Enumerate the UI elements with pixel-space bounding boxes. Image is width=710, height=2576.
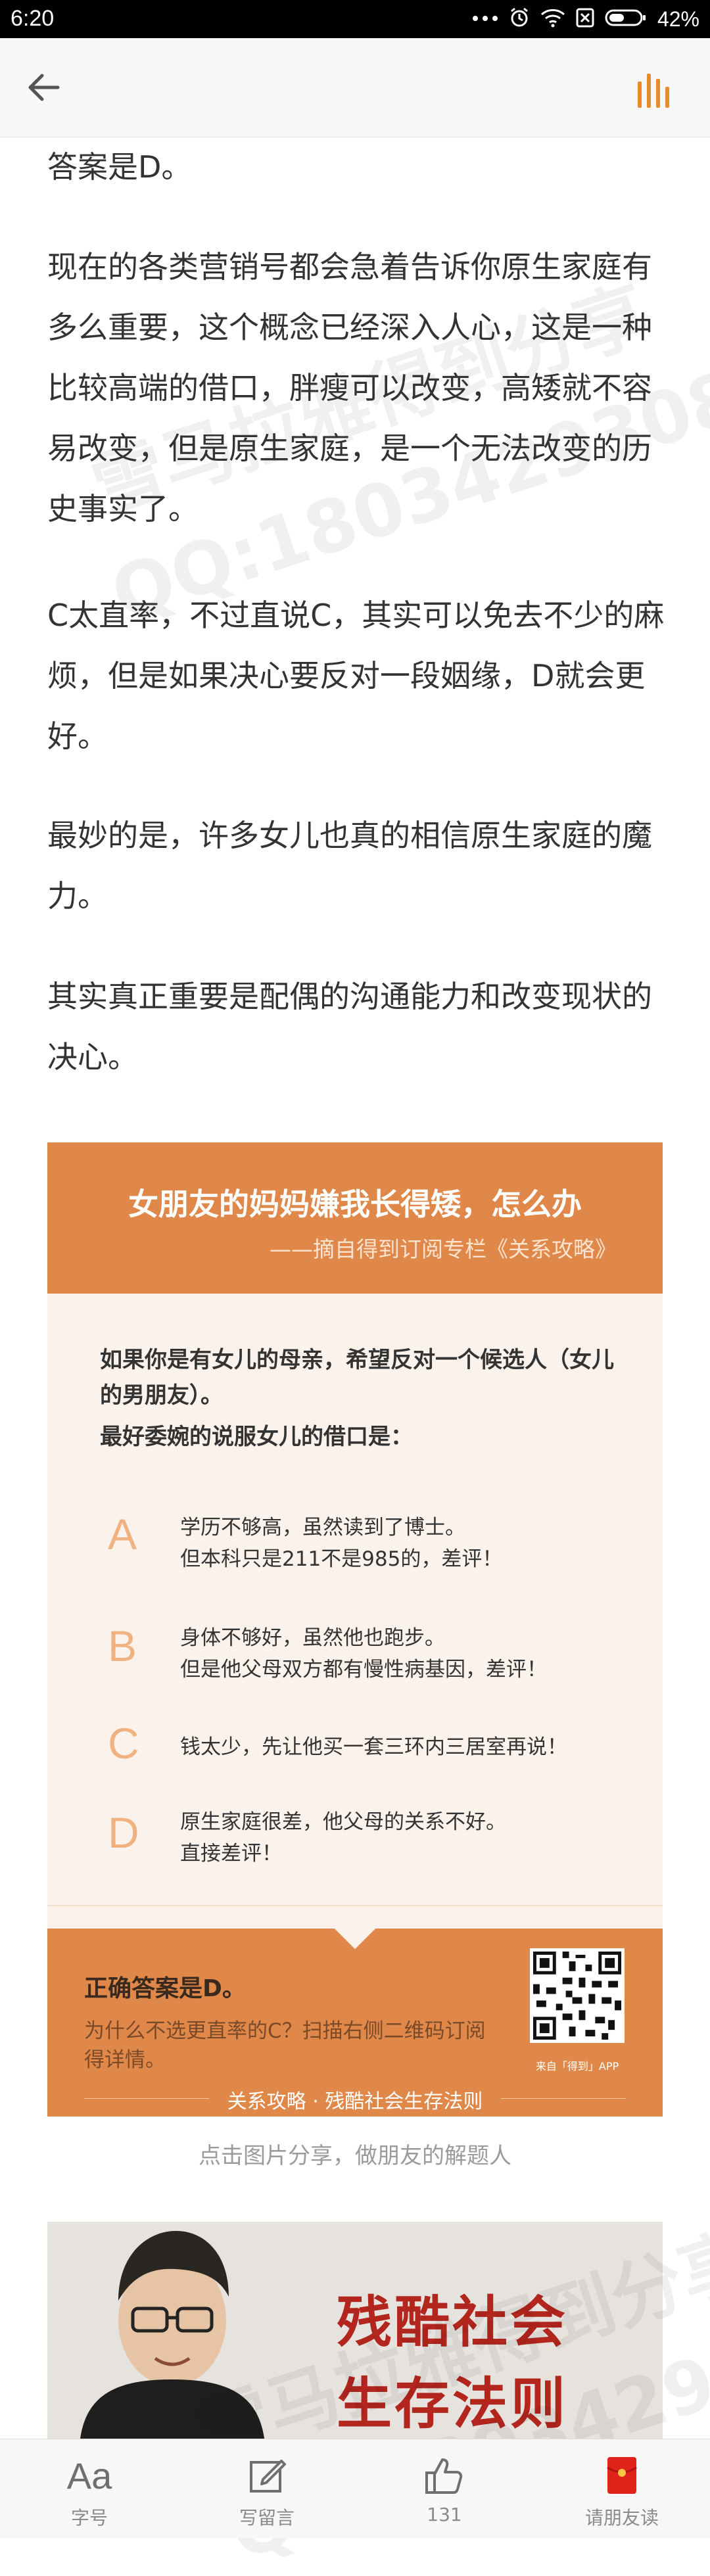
- card-footer: 正确答案是D。 为什么不选更直率的C？扫描右侧二维码订阅得详情。 来自「得到」A…: [47, 1929, 663, 2117]
- columns-icon: [638, 74, 669, 108]
- status-bar: 6:20 42%: [0, 0, 710, 38]
- article-paragraph: 答案是D。: [47, 149, 192, 185]
- more-dots-icon: [472, 13, 498, 25]
- battery-percent: 42%: [657, 7, 699, 31]
- article-paragraph: 其实真正重要是配偶的沟通能力和改变现状的决心。: [47, 979, 652, 1075]
- option-line: 学历不够高，虽然读到了博士。: [180, 1516, 465, 1539]
- option-letter-a: A: [108, 1510, 137, 1558]
- option-letter-b: B: [108, 1622, 137, 1670]
- card-question: 如果你是有女儿的母亲，希望反对一个候选人（女儿的男朋友）。: [100, 1347, 614, 1409]
- card-subtitle: ——摘自得到订阅专栏《关系攻略》: [270, 1236, 617, 1262]
- book-banner[interactable]: 残酷社会 生存法则: [47, 2222, 663, 2439]
- font-size-label: 字号: [70, 2507, 108, 2529]
- article-paragraph: C太直率，不过直说C，其实可以免去不少的麻烦，但是如果决心要反对一段姻缘，D就会…: [47, 597, 665, 754]
- nav-bar: [0, 38, 710, 137]
- quiz-card-image[interactable]: 女朋友的妈妈嫌我长得矮，怎么办 ——摘自得到订阅专栏《关系攻略》 如果你是有女儿…: [47, 1142, 663, 2117]
- red-envelope-icon: [607, 2457, 637, 2494]
- back-arrow-icon: [28, 74, 60, 101]
- thumbs-up-icon: [425, 2458, 463, 2494]
- font-size-button[interactable]: Aa 字号: [24, 2439, 155, 2538]
- article-paragraph: 最妙的是，许多女儿也真的相信原生家庭的魔力。: [47, 818, 652, 914]
- bottom-toolbar: Aa 字号 写留言 131 请朋友读: [0, 2439, 710, 2538]
- option-line: 直接差评！: [180, 1842, 282, 1865]
- scan-text: 为什么不选更直率的C？扫描右侧二维码订阅得详情。: [84, 2019, 486, 2072]
- card-title: 女朋友的妈妈嫌我长得矮，怎么办: [128, 1186, 582, 1222]
- option-line: 原生家庭很差，他父母的关系不好。: [180, 1810, 506, 1834]
- status-time: 6:20: [11, 6, 55, 31]
- card-divider: [47, 1905, 663, 1906]
- banner-title-line2: 生存法则: [337, 2371, 569, 2436]
- qr-caption: 来自「得到」APP: [535, 2060, 619, 2073]
- option-b-text: 身体不够好，虽然他也跑步。 但是他父母双方都有慢性病基因，差评！: [180, 1622, 634, 1685]
- option-a-text: 学历不够高，虽然读到了博士。 但本科只是211不是985的，差评！: [180, 1512, 634, 1575]
- option-letter-c: C: [108, 1719, 139, 1768]
- card-header: 女朋友的妈妈嫌我长得矮，怎么办 ——摘自得到订阅专栏《关系攻略》: [47, 1142, 663, 1294]
- option-c-text: 钱太少，先让他买一套三环内三居室再说！: [180, 1731, 634, 1763]
- author-portrait-icon: [80, 2231, 264, 2439]
- like-button[interactable]: 131: [379, 2439, 510, 2538]
- compose-icon: [250, 2460, 286, 2493]
- option-letter-d: D: [108, 1808, 139, 1857]
- answer-text: 正确答案是D。: [84, 1975, 246, 2002]
- option-d-text: 原生家庭很差，他父母的关系不好。 直接差评！: [180, 1806, 634, 1869]
- option-line: 但本科只是211不是985的，差评！: [180, 1547, 503, 1571]
- write-comment-button[interactable]: 写留言: [201, 2439, 333, 2538]
- like-count: 131: [427, 2504, 462, 2525]
- status-icons: 42%: [472, 6, 699, 32]
- battery-icon: [605, 9, 647, 30]
- banner-title-line1: 残酷社会: [337, 2289, 569, 2354]
- alarm-icon: [509, 7, 530, 32]
- qr-code-icon: [530, 1948, 625, 2043]
- columns-button[interactable]: [635, 70, 681, 109]
- option-line: 钱太少，先让他买一套三环内三居室再说！: [180, 1735, 567, 1759]
- back-button[interactable]: [24, 68, 70, 107]
- sim-off-icon: [576, 8, 594, 31]
- font-size-icon: Aa: [66, 2454, 112, 2496]
- card-prompt: 最好委婉的说服女儿的借口是：: [100, 1424, 413, 1450]
- invite-friend-button[interactable]: 请朋友读: [556, 2439, 688, 2538]
- article-paragraph: 现在的各类营销号都会急着告诉你原生家庭有多么重要，这个概念已经深入人心，这是一种…: [47, 249, 652, 527]
- option-line: 身体不够好，虽然他也跑步。: [180, 1626, 445, 1650]
- image-caption: 点击图片分享，做朋友的解题人: [199, 2143, 511, 2169]
- invite-friend-label: 请朋友读: [584, 2507, 659, 2529]
- option-line: 但是他父母双方都有慢性病基因，差评！: [180, 1658, 547, 1681]
- write-comment-label: 写留言: [239, 2507, 295, 2529]
- wifi-icon: [540, 8, 565, 31]
- footer-brand: 关系攻略 · 残酷社会生存法则: [227, 2090, 483, 2113]
